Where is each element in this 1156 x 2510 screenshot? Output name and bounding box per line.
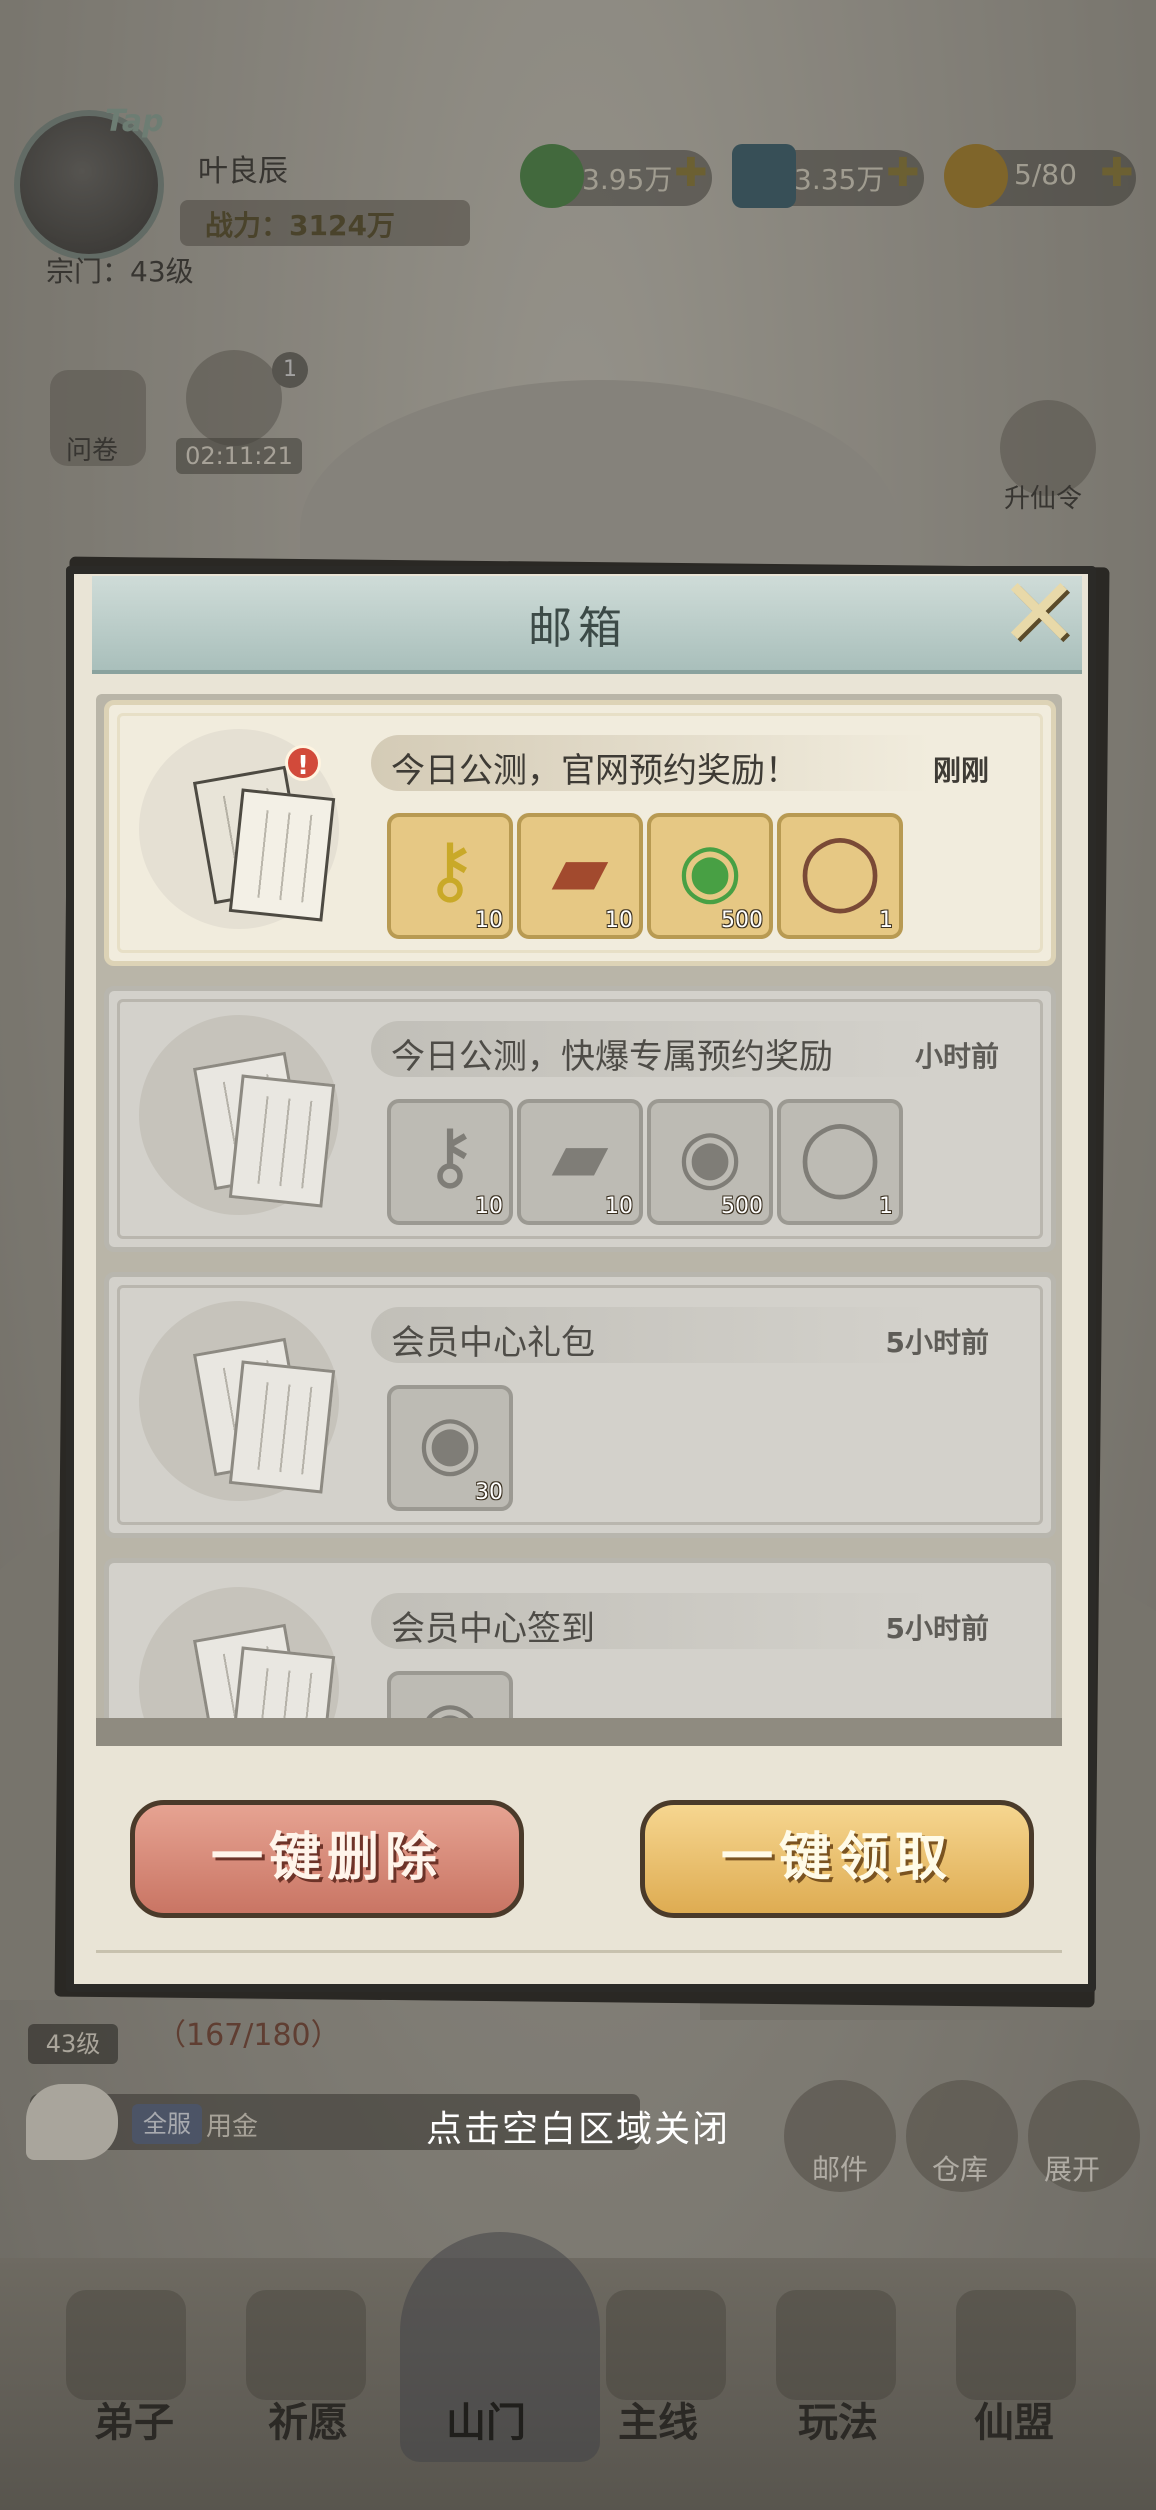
item-quantity: 10 — [605, 908, 633, 933]
mail-time: 刚刚 — [932, 754, 989, 787]
key-icon[interactable]: ⚷ 10 — [387, 813, 513, 939]
item-quantity: 10 — [475, 908, 503, 933]
close-icon[interactable]: ✕ — [992, 565, 1086, 662]
mailbox-title: 邮箱 — [528, 603, 628, 654]
mail-time: 5小时前 — [885, 1612, 989, 1645]
item-quantity: 10 — [475, 1194, 503, 1219]
close-hint: 点击空白区域关闭 — [425, 2109, 730, 2150]
mail-item[interactable]: ! 今日公测，官网预约奖励！ 刚刚 ⚷ 10 ▰ 10 ◉ 500 ◯ 1 — [104, 700, 1056, 966]
claim-all-button[interactable]: 一键领取 — [640, 1800, 1034, 1918]
letter-icon — [139, 1587, 339, 1718]
mail-title: 会员中心签到 — [391, 1609, 595, 1649]
item-quantity: 30 — [475, 1480, 503, 1505]
mail-time: 小时前 — [914, 1040, 999, 1073]
mail-title: 今日公测，官网预约奖励！ — [391, 751, 799, 791]
item-quantity: 1 — [879, 1194, 893, 1219]
jade-dragon-icon[interactable]: ◉ 30 — [387, 1385, 513, 1511]
modal-footer-divider — [96, 1950, 1062, 1966]
ring-icon[interactable]: ◯ 1 — [777, 1099, 903, 1225]
item-quantity: 500 — [721, 1194, 763, 1219]
letter-icon — [139, 1015, 339, 1215]
ticket-icon[interactable]: ▰ 10 — [517, 1099, 643, 1225]
jade-dragon-icon[interactable]: ◉ 500 — [647, 1099, 773, 1225]
letter-icon — [139, 1301, 339, 1501]
ring-icon[interactable]: ◯ 1 — [777, 813, 903, 939]
item-quantity: 10 — [605, 1194, 633, 1219]
delete-all-button[interactable]: 一键删除 — [130, 1800, 524, 1918]
ticket-icon[interactable]: ▰ 10 — [517, 813, 643, 939]
key-icon[interactable]: ⚷ 10 — [387, 1099, 513, 1225]
mail-list-footer — [96, 1718, 1062, 1746]
item-quantity: 1 — [879, 908, 893, 933]
mail-title: 今日公测，快爆专属预约奖励 — [391, 1037, 833, 1077]
mail-title: 会员中心礼包 — [391, 1323, 595, 1363]
jade-dragon-icon[interactable]: ◉ 500 — [647, 813, 773, 939]
jade-dragon-icon[interactable]: ◉ — [387, 1671, 513, 1718]
mail-item[interactable]: 会员中心签到 5小时前 ◉ — [104, 1558, 1056, 1718]
mail-item[interactable]: 会员中心礼包 5小时前 ◉ 30 — [104, 1272, 1056, 1538]
mail-time: 5小时前 — [885, 1326, 989, 1359]
mail-item[interactable]: 今日公测，快爆专属预约奖励 小时前 ⚷ 10 ▰ 10 ◉ 500 ◯ 1 — [104, 986, 1056, 1252]
item-quantity: 500 — [721, 908, 763, 933]
unread-alert-icon: ! — [285, 745, 321, 781]
